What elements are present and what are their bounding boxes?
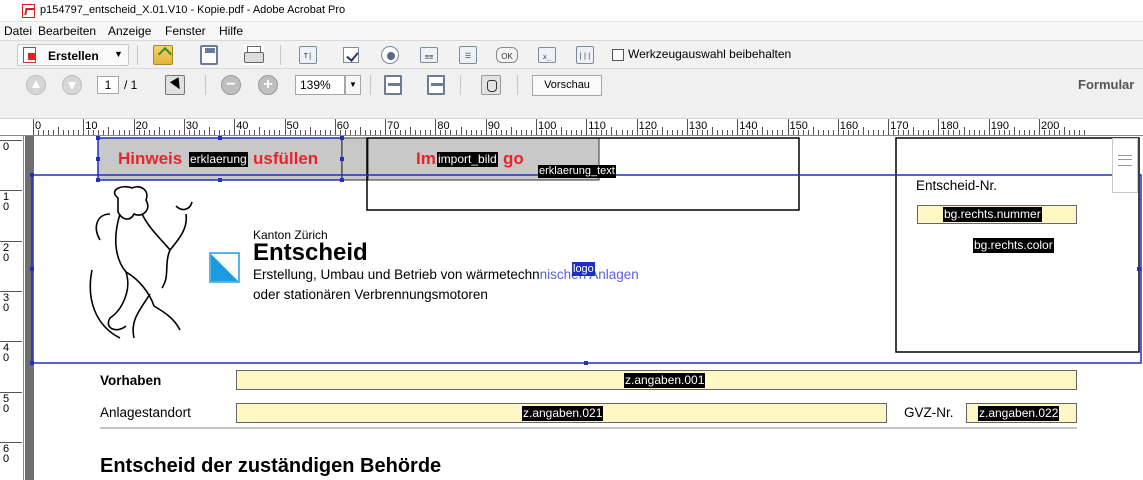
hint-text-part2: usfüllen	[253, 149, 319, 168]
import-image-field-name: import_bild	[437, 152, 498, 167]
document-subtitle-line1-a: Erstellung, Umbau und Betrieb von wärmet…	[253, 267, 540, 282]
hint-field-divider	[341, 137, 369, 181]
logo-field-name: logo	[572, 262, 595, 276]
rechts-nummer-field-name: bg.rechts.nummer	[943, 207, 1042, 222]
document-subtitle-line2: oder stationären Verbrennungsmotoren	[253, 287, 488, 302]
anlagestandort-label: Anlagestandort	[100, 405, 191, 420]
selection-handle[interactable]	[30, 173, 34, 177]
selection-handle[interactable]	[96, 178, 100, 182]
selection-handle[interactable]	[96, 157, 100, 161]
anlagestandort-field-name: z.angaben.021	[522, 406, 604, 421]
selection-handle[interactable]	[340, 157, 344, 161]
document-subtitle-line1-overlap: ni	[539, 267, 551, 282]
import-text-part2: go	[503, 149, 524, 168]
section-heading: Entscheid der zuständigen Behörde	[100, 455, 442, 477]
zurich-lion-logo	[89, 185, 193, 339]
selection-handle[interactable]	[30, 267, 34, 271]
vorhaben-label: Vorhaben	[100, 373, 162, 388]
gvz-number-field-name: z.angaben.022	[978, 406, 1060, 421]
selection-handle[interactable]	[584, 361, 588, 365]
selection-handle[interactable]	[218, 136, 222, 140]
vorhaben-field-name: z.angaben.001	[624, 373, 706, 388]
hint-field-name: erklaerung	[189, 152, 248, 167]
selection-handle[interactable]	[340, 178, 344, 182]
rechts-color-field-name: bg.rechts.color	[973, 238, 1054, 253]
selection-handle[interactable]	[96, 136, 100, 140]
panel-grip-handle[interactable]	[1112, 138, 1138, 193]
selection-handle[interactable]	[340, 136, 344, 140]
selection-handle[interactable]	[1137, 267, 1141, 271]
import-text-part1: Im	[416, 149, 436, 168]
selection-handle[interactable]	[218, 178, 222, 182]
gvz-number-label: GVZ-Nr.	[904, 405, 954, 420]
explanation-field-name: erklaerung_text	[538, 165, 616, 178]
selection-handle[interactable]	[30, 361, 34, 365]
hint-text-part1: Hinweis	[118, 149, 183, 168]
document-title: Entscheid	[253, 239, 368, 266]
decision-number-label: Entscheid-Nr.	[916, 178, 998, 193]
